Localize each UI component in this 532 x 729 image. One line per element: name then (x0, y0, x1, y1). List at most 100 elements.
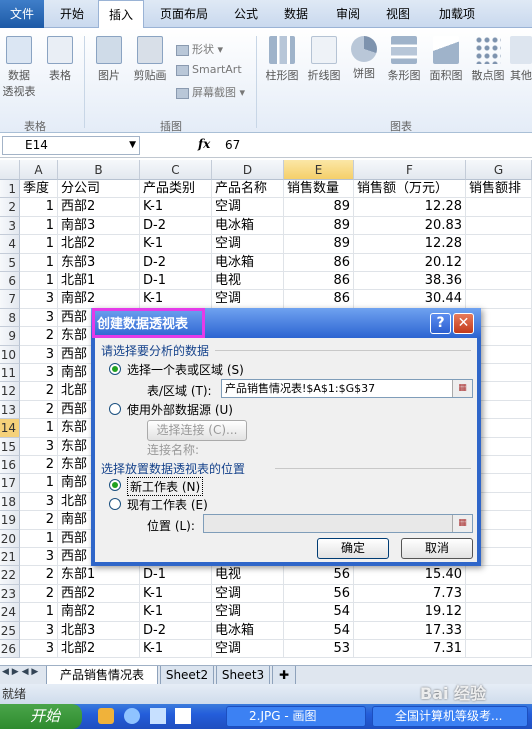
cell[interactable]: 1 (20, 603, 58, 622)
cell[interactable] (466, 621, 532, 640)
cell[interactable] (466, 290, 532, 309)
cell[interactable]: 19.12 (354, 603, 466, 622)
cell[interactable]: K-1 (140, 584, 212, 604)
cell[interactable]: 南部3 (58, 216, 140, 236)
cell[interactable]: 销售额（万元） (354, 180, 466, 199)
row-header[interactable]: 14 (0, 419, 20, 438)
cell[interactable] (466, 216, 532, 236)
cell[interactable]: 3 (20, 437, 58, 456)
cell[interactable]: D-2 (140, 621, 212, 640)
cell[interactable]: 3 (20, 548, 58, 567)
cell[interactable]: 15.40 (354, 566, 466, 585)
radio-new-worksheet[interactable] (109, 479, 121, 491)
cell[interactable]: 南部2 (58, 290, 140, 309)
tab-view[interactable]: 视图 (378, 0, 418, 28)
cell[interactable]: 54 (284, 621, 354, 640)
media-icon[interactable] (175, 708, 192, 724)
sheet-tab-sheet3[interactable]: Sheet3 (216, 666, 270, 685)
row-header[interactable]: 20 (0, 529, 20, 548)
cell[interactable]: 3 (20, 621, 58, 640)
tab-formulas[interactable]: 公式 (226, 0, 266, 28)
select-all-corner[interactable] (0, 160, 20, 180)
row-header[interactable]: 13 (0, 400, 20, 420)
fx-icon[interactable]: fx (198, 137, 210, 151)
cell[interactable]: 12.28 (354, 235, 466, 254)
cell[interactable]: 3 (20, 364, 58, 383)
radio-external-source-label[interactable]: 使用外部数据源 (U) (127, 401, 233, 418)
cell[interactable]: 12.28 (354, 198, 466, 217)
start-button[interactable]: 开始 (0, 704, 82, 729)
cell[interactable]: 东部1 (58, 566, 140, 585)
row-header[interactable]: 25 (0, 621, 20, 640)
column-header-g[interactable]: G (466, 160, 532, 180)
cell[interactable]: 1 (20, 198, 58, 217)
cell[interactable]: 86 (284, 290, 354, 309)
column-header-a[interactable]: A (20, 160, 58, 180)
cell[interactable]: 89 (284, 198, 354, 217)
cell[interactable]: 1 (20, 235, 58, 254)
row-header[interactable]: 21 (0, 548, 20, 567)
row-header[interactable]: 19 (0, 511, 20, 530)
cell[interactable]: 1 (20, 474, 58, 493)
line-chart-button[interactable]: 折线图 (304, 36, 344, 83)
radio-select-range[interactable] (109, 363, 121, 375)
tab-review[interactable]: 审阅 (328, 0, 368, 28)
cell[interactable]: K-1 (140, 198, 212, 217)
cell[interactable] (466, 603, 532, 622)
smartart-button[interactable]: SmartArt (176, 63, 242, 76)
row-header[interactable]: 9 (0, 327, 20, 346)
cell[interactable]: 空调 (212, 640, 284, 659)
choose-connection-button[interactable]: 选择连接 (C)... (147, 420, 247, 441)
table-button[interactable]: 表格 (44, 36, 76, 83)
cell[interactable]: K-1 (140, 290, 212, 309)
cell[interactable] (466, 584, 532, 604)
cell[interactable]: 电冰箱 (212, 253, 284, 272)
cell[interactable]: 分公司 (58, 180, 140, 199)
cell[interactable]: 销售数量 (284, 180, 354, 199)
cell[interactable]: 3 (20, 345, 58, 364)
cell[interactable]: 20.83 (354, 216, 466, 236)
cell[interactable]: 产品名称 (212, 180, 284, 199)
tab-data[interactable]: 数据 (276, 0, 316, 28)
radio-new-worksheet-label[interactable]: 新工作表 (N) (127, 477, 204, 496)
radio-select-range-label[interactable]: 选择一个表或区域 (S) (127, 361, 244, 378)
cell[interactable]: 2 (20, 456, 58, 475)
row-header[interactable]: 12 (0, 382, 20, 401)
cell[interactable]: 7.31 (354, 640, 466, 659)
cell[interactable]: 1 (20, 272, 58, 291)
taskbar-item-exam[interactable]: 全国计算机等级考... (372, 706, 528, 727)
cell[interactable]: 电冰箱 (212, 621, 284, 640)
cell[interactable]: 空调 (212, 198, 284, 217)
row-header[interactable]: 10 (0, 345, 20, 364)
quick-launch-icon[interactable] (98, 708, 114, 724)
radio-existing-worksheet-label[interactable]: 现有工作表 (E) (127, 496, 208, 513)
cell[interactable]: 86 (284, 272, 354, 291)
cell[interactable]: 季度 (20, 180, 58, 199)
tab-page-layout[interactable]: 页面布局 (152, 0, 216, 28)
cell[interactable]: 53 (284, 640, 354, 659)
collapse-dialog-icon[interactable]: ▦ (452, 515, 472, 532)
formula-input[interactable]: 67 (225, 138, 240, 152)
sheet-tab-sales[interactable]: 产品销售情况表 (46, 666, 158, 685)
row-header[interactable]: 7 (0, 290, 20, 309)
row-header[interactable]: 26 (0, 640, 20, 659)
cell[interactable]: 89 (284, 235, 354, 254)
cell[interactable]: 2 (20, 511, 58, 530)
cell[interactable] (466, 640, 532, 659)
cell[interactable] (466, 235, 532, 254)
collapse-dialog-icon[interactable]: ▦ (452, 380, 472, 397)
cell[interactable]: 空调 (212, 290, 284, 309)
cell[interactable] (466, 272, 532, 291)
cell[interactable]: D-1 (140, 272, 212, 291)
cell[interactable]: 空调 (212, 603, 284, 622)
dialog-titlebar[interactable]: 创建数据透视表 ? ✕ (91, 308, 481, 338)
cell[interactable]: 2 (20, 327, 58, 346)
cell[interactable]: 2 (20, 400, 58, 420)
cell[interactable]: 电冰箱 (212, 216, 284, 236)
row-header[interactable]: 18 (0, 492, 20, 512)
close-button[interactable]: ✕ (453, 313, 474, 334)
cell[interactable] (466, 253, 532, 272)
cell[interactable]: K-1 (140, 640, 212, 659)
picture-button[interactable]: 图片 (92, 36, 126, 83)
ok-button[interactable]: 确定 (317, 538, 389, 559)
